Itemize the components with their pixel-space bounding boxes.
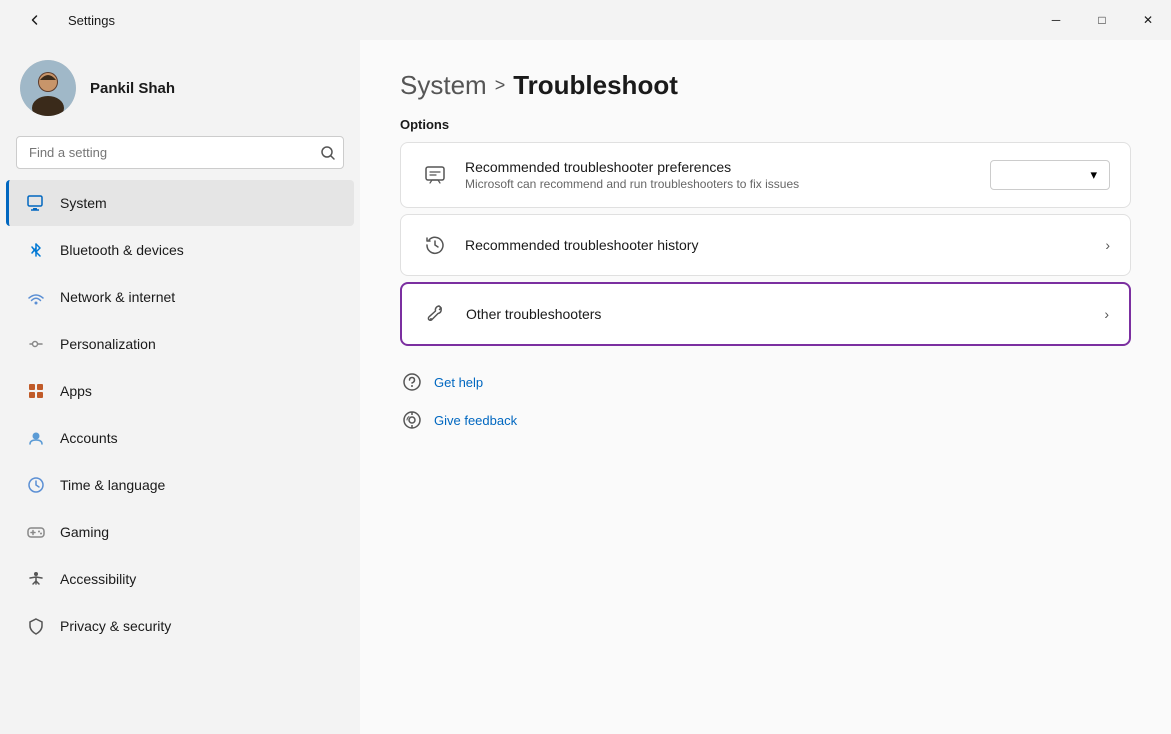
title-bar-left: Settings — [12, 0, 115, 40]
sidebar-item-apps-label: Apps — [60, 383, 92, 399]
avatar — [20, 60, 76, 116]
sidebar-item-network-label: Network & internet — [60, 289, 175, 305]
maximize-button[interactable]: □ — [1079, 0, 1125, 40]
app-container: Pankil Shah — [0, 40, 1171, 734]
card-recommended-history[interactable]: Recommended troubleshooter history › — [400, 214, 1131, 276]
breadcrumb-separator: > — [495, 75, 506, 96]
search-box — [16, 136, 344, 169]
app-title: Settings — [68, 13, 115, 28]
sidebar-item-bluetooth-label: Bluetooth & devices — [60, 242, 184, 258]
title-bar: Settings ─ □ ✕ — [0, 0, 1171, 40]
close-button[interactable]: ✕ — [1125, 0, 1171, 40]
sidebar-item-system-label: System — [60, 195, 107, 211]
sidebar-item-system[interactable]: System — [6, 180, 354, 226]
nav-list: System Bluetooth & devices — [0, 179, 360, 724]
sidebar-item-privacy[interactable]: Privacy & security — [6, 603, 354, 649]
history-icon — [421, 231, 449, 259]
sidebar-item-time-label: Time & language — [60, 477, 165, 493]
card-title-prefs: Recommended troubleshooter preferences — [465, 159, 974, 175]
card-title-other: Other troubleshooters — [466, 306, 1088, 322]
sidebar-item-personalization-label: Personalization — [60, 336, 156, 352]
user-name: Pankil Shah — [90, 80, 175, 97]
card-row-prefs: Recommended troubleshooter preferences M… — [401, 143, 1130, 207]
system-icon — [26, 193, 46, 213]
personalization-icon — [26, 334, 46, 354]
user-profile[interactable]: Pankil Shah — [0, 40, 360, 136]
sidebar-item-accessibility-label: Accessibility — [60, 571, 136, 587]
chevron-right-icon-history: › — [1105, 237, 1110, 253]
give-feedback-link[interactable]: Give feedback — [400, 404, 1131, 436]
card-text-other: Other troubleshooters — [466, 306, 1088, 322]
window-controls: ─ □ ✕ — [1033, 0, 1171, 40]
sidebar-item-network[interactable]: Network & internet — [6, 274, 354, 320]
feedback-icon — [400, 408, 424, 432]
content-area: System > Troubleshoot Options Recommende… — [360, 40, 1171, 734]
bluetooth-icon — [26, 240, 46, 260]
breadcrumb: System > Troubleshoot — [400, 70, 1131, 101]
links-section: Get help Give feedback — [400, 366, 1131, 436]
breadcrumb-current: Troubleshoot — [513, 70, 678, 101]
sidebar: Pankil Shah — [0, 40, 360, 734]
card-text-history: Recommended troubleshooter history — [465, 237, 1089, 253]
get-help-link[interactable]: Get help — [400, 366, 1131, 398]
sidebar-item-accounts-label: Accounts — [60, 430, 118, 446]
dropdown-button[interactable]: ▾ — [990, 160, 1110, 190]
sidebar-item-apps[interactable]: Apps — [6, 368, 354, 414]
privacy-icon — [26, 616, 46, 636]
chat-icon — [421, 161, 449, 189]
gaming-icon — [26, 522, 46, 542]
card-text-prefs: Recommended troubleshooter preferences M… — [465, 159, 974, 191]
chevron-right-icon-other: › — [1104, 306, 1109, 322]
sidebar-item-gaming-label: Gaming — [60, 524, 109, 540]
sidebar-item-bluetooth[interactable]: Bluetooth & devices — [6, 227, 354, 273]
chevron-down-icon: ▾ — [1090, 167, 1097, 183]
accessibility-icon — [26, 569, 46, 589]
card-title-history: Recommended troubleshooter history — [465, 237, 1089, 253]
sidebar-item-privacy-label: Privacy & security — [60, 618, 171, 634]
sidebar-item-time[interactable]: Time & language — [6, 462, 354, 508]
time-icon — [26, 475, 46, 495]
get-help-icon — [400, 370, 424, 394]
apps-icon — [26, 381, 46, 401]
sidebar-item-personalization[interactable]: Personalization — [6, 321, 354, 367]
back-button[interactable] — [12, 0, 58, 40]
card-recommended-prefs: Recommended troubleshooter preferences M… — [400, 142, 1131, 208]
give-feedback-text: Give feedback — [434, 413, 517, 428]
sidebar-item-accessibility[interactable]: Accessibility — [6, 556, 354, 602]
search-button[interactable] — [320, 145, 336, 161]
network-icon — [26, 287, 46, 307]
sidebar-item-accounts[interactable]: Accounts — [6, 415, 354, 461]
accounts-icon — [26, 428, 46, 448]
get-help-text: Get help — [434, 375, 483, 390]
card-other-troubleshooters[interactable]: Other troubleshooters › — [400, 282, 1131, 346]
minimize-button[interactable]: ─ — [1033, 0, 1079, 40]
card-subtitle-prefs: Microsoft can recommend and run troubles… — [465, 177, 974, 191]
breadcrumb-system[interactable]: System — [400, 70, 487, 101]
sidebar-item-gaming[interactable]: Gaming — [6, 509, 354, 555]
card-row-history: Recommended troubleshooter history › — [401, 215, 1130, 275]
wrench-icon — [422, 300, 450, 328]
card-row-other: Other troubleshooters › — [402, 284, 1129, 344]
card-action-prefs: ▾ — [990, 160, 1110, 190]
section-title: Options — [400, 117, 1131, 132]
search-input[interactable] — [16, 136, 344, 169]
